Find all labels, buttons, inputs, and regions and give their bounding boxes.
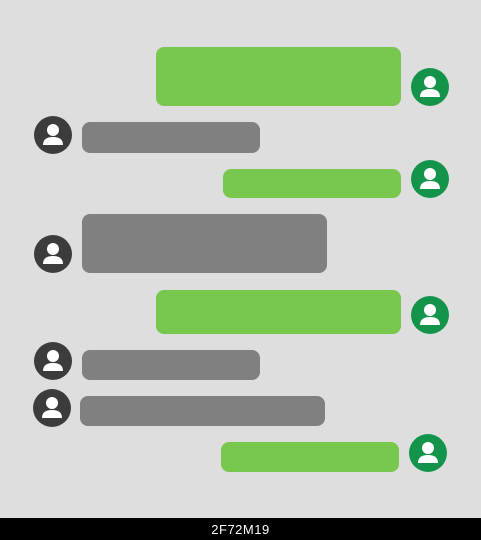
received-user-avatar-icon — [34, 342, 72, 380]
image-id-text: 2F72M19 — [211, 521, 270, 537]
sent-user-avatar-icon — [409, 434, 447, 472]
sent-user-avatar-icon — [411, 296, 449, 334]
sent-user-avatar-icon — [411, 68, 449, 106]
sent-user-avatar-icon — [411, 160, 449, 198]
chat-conversation — [0, 0, 481, 518]
received-message-bubble — [80, 396, 325, 426]
sent-message-bubble — [223, 169, 401, 198]
received-user-avatar-icon — [33, 389, 71, 427]
sent-message-bubble — [156, 290, 401, 334]
image-id-footer: 2F72M19 — [0, 518, 481, 540]
received-message-bubble — [82, 350, 260, 380]
received-user-avatar-icon — [34, 235, 72, 273]
sent-message-bubble — [156, 47, 401, 106]
received-user-avatar-icon — [34, 116, 72, 154]
received-message-bubble — [82, 214, 327, 273]
received-message-bubble — [82, 122, 260, 153]
sent-message-bubble — [221, 442, 399, 472]
